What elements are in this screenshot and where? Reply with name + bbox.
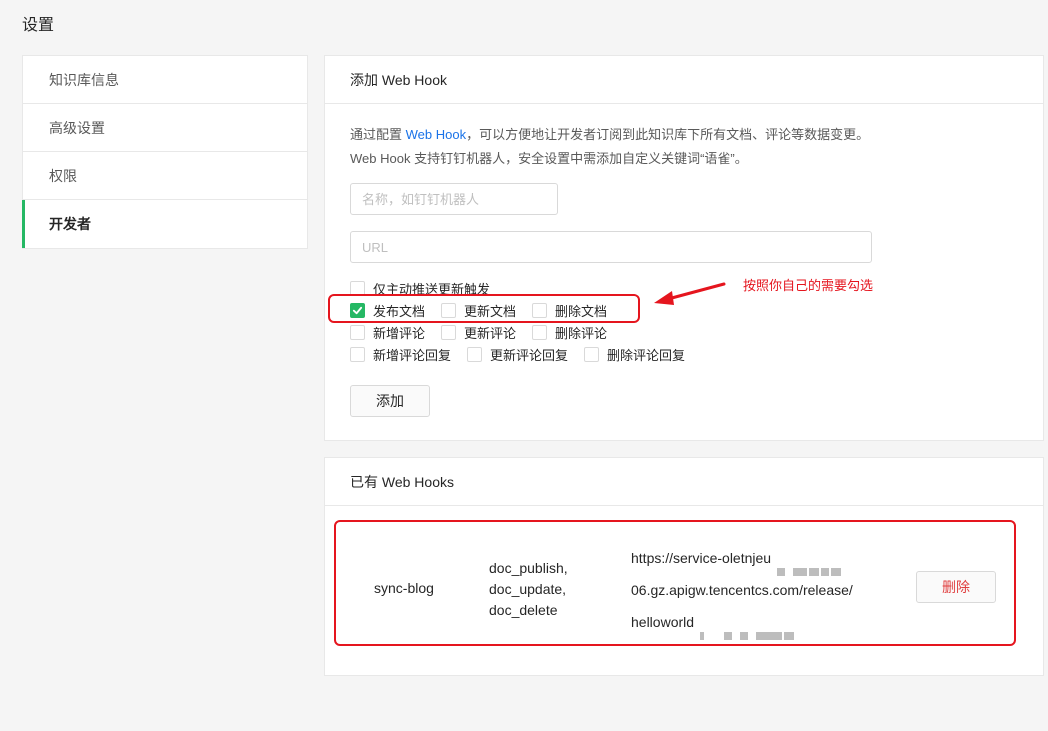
annotation-text: 按照你自己的需要勾选: [743, 278, 874, 293]
existing-webhooks-title: 已有 Web Hooks: [325, 458, 1043, 506]
webhook-url-line: https://service-oletnjeu: [631, 542, 853, 577]
checkbox-box-checked[interactable]: [350, 302, 365, 318]
add-webhook-title: 添加 Web Hook: [325, 56, 1043, 104]
settings-sidebar: 知识库信息 高级设置 权限 开发者: [22, 55, 308, 249]
webhook-url-line: helloworld: [631, 606, 853, 641]
checkbox-doc-publish[interactable]: 发布文档: [350, 301, 425, 320]
existing-webhooks-panel: 已有 Web Hooks sync-blog doc_publish, doc_…: [324, 457, 1044, 676]
webhook-url-line: 06.gz.apigw.tencentcs.com/release/: [631, 582, 853, 598]
checkbox-doc-update[interactable]: 更新文档: [441, 301, 516, 320]
add-webhook-panel: 添加 Web Hook 通过配置 Web Hook，可以方便地让开发者订阅到此知…: [324, 55, 1044, 441]
checkbox-box[interactable]: [441, 324, 457, 340]
page-title: 设置: [22, 17, 55, 34]
add-webhook-button[interactable]: 添加: [350, 385, 430, 417]
checkbox-label: 删除评论: [555, 325, 608, 341]
sidebar-item-advanced[interactable]: 高级设置: [23, 104, 307, 152]
checkbox-label: 发布文档: [373, 303, 426, 319]
checkbox-box[interactable]: [350, 346, 365, 362]
sidebar-item-repo-info[interactable]: 知识库信息: [23, 56, 307, 104]
checkbox-box[interactable]: [584, 346, 600, 362]
webhook-event: doc_update,: [489, 581, 567, 597]
checkbox-box[interactable]: [532, 302, 548, 318]
webhook-url: https://service-oletnjeu 06.gz.apigw.ten…: [631, 542, 853, 641]
checkbox-box[interactable]: [441, 302, 457, 318]
checkbox-box[interactable]: [467, 346, 483, 362]
webhook-doc-link[interactable]: Web Hook: [406, 127, 466, 142]
sidebar-item-permissions[interactable]: 权限: [23, 152, 307, 200]
checkbox-label: 新增评论: [373, 325, 426, 341]
checkbox-box[interactable]: [532, 324, 548, 340]
annotation-arrow-icon: [654, 282, 726, 305]
checkbox-label: 更新文档: [464, 303, 517, 319]
checkbox-comment-create[interactable]: 新增评论: [350, 323, 425, 342]
checkbox-row-push: 仅主动推送更新触发: [350, 277, 506, 299]
webhook-description: 通过配置 Web Hook，可以方便地让开发者订阅到此知识库下所有文档、评论等数…: [350, 123, 880, 171]
webhook-event: doc_publish,: [489, 560, 568, 576]
checkbox-push-only[interactable]: 仅主动推送更新触发: [350, 279, 490, 298]
webhook-event: doc_delete: [489, 602, 558, 618]
checkbox-row-replies: 新增评论回复 更新评论回复 删除评论回复: [350, 343, 701, 365]
webhook-row: sync-blog doc_publish, doc_update, doc_d…: [325, 518, 1045, 646]
check-icon: [352, 306, 363, 314]
checkbox-box[interactable]: [350, 324, 365, 340]
checkbox-box[interactable]: [350, 280, 365, 296]
checkbox-row-comments: 新增评论 更新评论 删除评论: [350, 321, 623, 343]
redacted-mask: [777, 555, 843, 577]
checkbox-comment-delete[interactable]: 删除评论: [532, 323, 607, 342]
checkbox-reply-delete[interactable]: 删除评论回复: [584, 345, 685, 364]
checkbox-row-docs: 发布文档 更新文档 删除文档: [350, 299, 623, 321]
checkbox-label: 更新评论回复: [490, 347, 569, 363]
checkbox-label: 更新评论: [464, 325, 517, 341]
checkbox-reply-update[interactable]: 更新评论回复: [467, 345, 568, 364]
checkbox-label: 删除评论回复: [607, 347, 686, 363]
webhook-events: doc_publish, doc_update, doc_delete: [489, 558, 568, 621]
webhook-url-input[interactable]: [350, 231, 872, 263]
webhook-name-input[interactable]: [350, 183, 558, 215]
checkbox-doc-delete[interactable]: 删除文档: [532, 301, 607, 320]
desc-prefix: 通过配置: [350, 127, 406, 142]
webhook-name: sync-blog: [374, 580, 434, 596]
checkbox-label: 仅主动推送更新触发: [373, 281, 491, 297]
delete-webhook-button[interactable]: 删除: [916, 571, 996, 603]
checkbox-label: 新增评论回复: [373, 347, 452, 363]
checkbox-label: 删除文档: [555, 303, 608, 319]
checkbox-reply-create[interactable]: 新增评论回复: [350, 345, 451, 364]
sidebar-item-developer[interactable]: 开发者: [22, 200, 307, 248]
checkbox-comment-update[interactable]: 更新评论: [441, 323, 516, 342]
redacted-mask: [700, 619, 796, 641]
